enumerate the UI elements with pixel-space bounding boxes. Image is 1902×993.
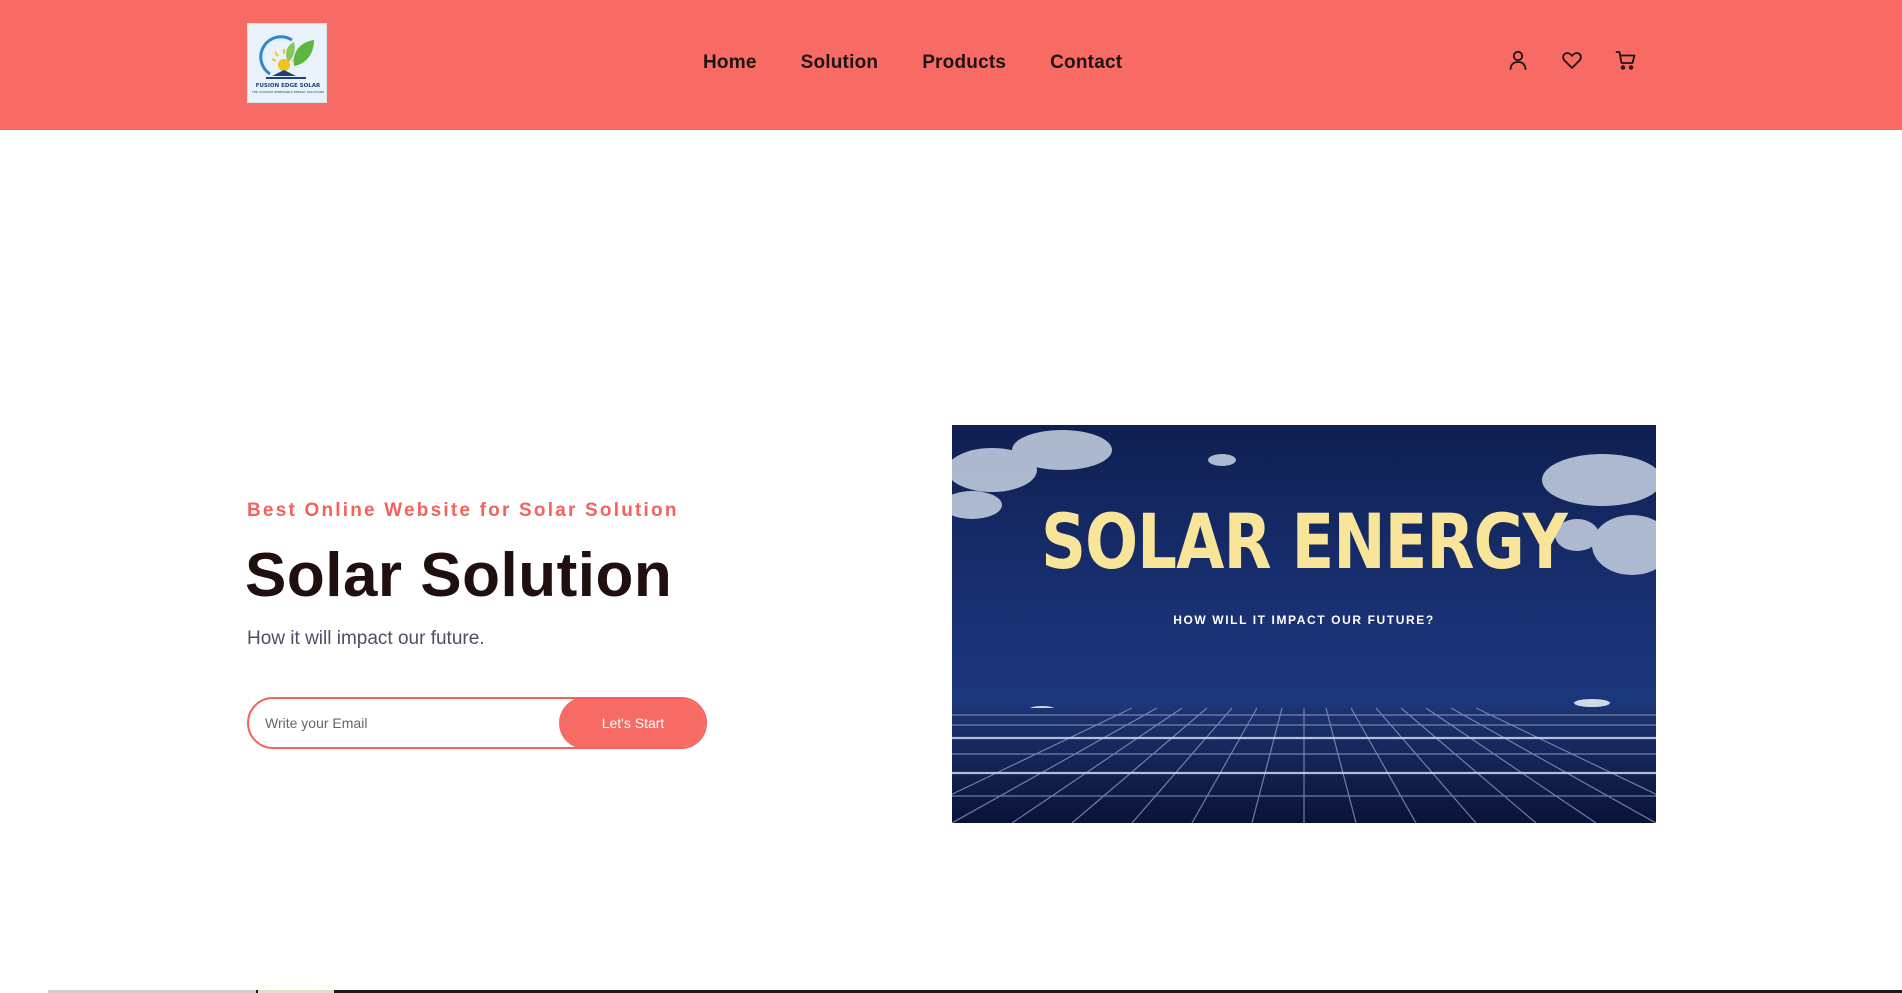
logo-tagline-text: THE ULTIMATE RENEWABLE ENERGY SOLUTIONS [251, 90, 324, 94]
hero-subtitle: How it will impact our future. [247, 628, 485, 649]
header-icons [1506, 48, 1638, 72]
logo-brand-text: FUSION EDGE SOLAR [256, 83, 321, 89]
top-header: FUSION EDGE SOLAR THE ULTIMATE RENEWABLE… [0, 0, 1902, 130]
main-nav: Home Solution Products Contact [703, 52, 1122, 74]
site-logo[interactable]: FUSION EDGE SOLAR THE ULTIMATE RENEWABLE… [247, 23, 327, 103]
banner-headline: SOLAR ENERGY [1041, 497, 1568, 586]
banner-subheadline: HOW WILL IT IMPACT OUR FUTURE? [1173, 613, 1435, 627]
email-signup-form: Let's Start [247, 697, 707, 749]
hero-title: Solar Solution [245, 541, 673, 610]
nav-solution[interactable]: Solution [801, 52, 879, 74]
solar-energy-banner: SOLAR ENERGY HOW WILL IT IMPACT OUR FUTU… [952, 425, 1656, 823]
user-icon[interactable] [1506, 48, 1530, 72]
heart-icon[interactable] [1560, 48, 1584, 72]
hero-kicker: Best Online Website for Solar Solution [247, 500, 679, 521]
cart-icon[interactable] [1614, 48, 1638, 72]
nav-home[interactable]: Home [703, 52, 757, 74]
nav-contact[interactable]: Contact [1050, 52, 1122, 74]
lets-start-button[interactable]: Let's Start [559, 699, 705, 747]
nav-products[interactable]: Products [922, 52, 1006, 74]
logo-graphic: FUSION EDGE SOLAR THE ULTIMATE RENEWABLE… [248, 24, 326, 102]
email-input[interactable] [249, 699, 569, 747]
